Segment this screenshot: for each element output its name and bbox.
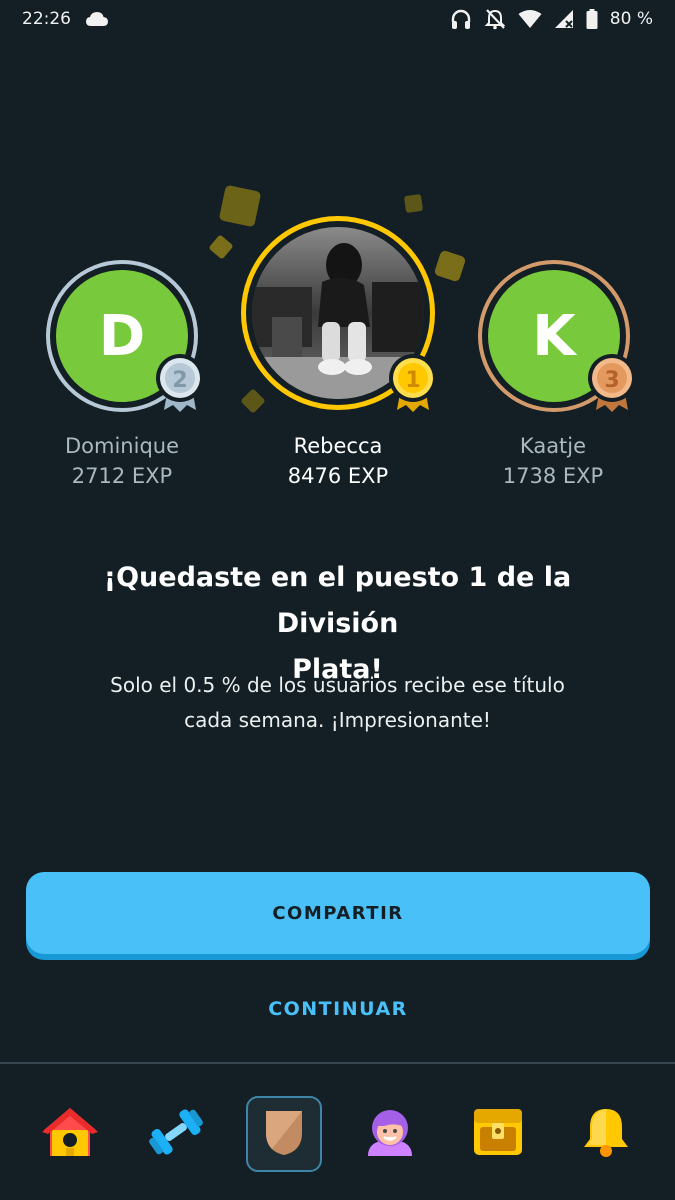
profile-avatar-icon — [360, 1104, 420, 1164]
medal-rank: 2 — [172, 368, 187, 393]
nav-notifications[interactable] — [568, 1096, 644, 1172]
nav-home[interactable] — [32, 1096, 108, 1172]
podium-player-2[interactable]: D 2 — [46, 260, 204, 412]
podium-player-1[interactable]: 1 — [241, 216, 437, 412]
description-line: Solo el 0.5 % de los usuarios recibe ese… — [110, 673, 565, 697]
status-time: 22:26 — [22, 9, 71, 29]
battery-level: 80 % — [609, 9, 653, 29]
nav-practice[interactable] — [138, 1096, 214, 1172]
silver-medal-icon: 2 — [154, 352, 206, 418]
status-bar: 22:26 80 % — [0, 0, 675, 38]
medal-rank: 3 — [604, 368, 619, 393]
result-description: Solo el 0.5 % de los usuarios recibe ese… — [60, 668, 615, 738]
medal-rank: 1 — [405, 368, 420, 393]
status-right: 80 % — [450, 8, 653, 30]
nav-leagues[interactable] — [246, 1096, 322, 1172]
player-name: Rebecca — [293, 434, 383, 458]
bell-icon — [580, 1105, 632, 1163]
continue-button[interactable]: CONTINUAR — [26, 985, 650, 1033]
share-button[interactable]: COMPARTIR — [26, 872, 650, 954]
status-left: 22:26 — [22, 9, 109, 29]
confetti-piece — [433, 249, 467, 283]
battery-icon — [586, 9, 598, 29]
bronze-medal-icon: 3 — [586, 352, 638, 418]
cloud-icon — [85, 11, 109, 27]
headphones-icon — [450, 8, 472, 30]
player-exp: 8476 EXP — [287, 464, 389, 488]
bottom-nav — [0, 1064, 675, 1200]
confetti-piece — [403, 193, 424, 214]
player-exp: 1738 EXP — [502, 464, 604, 488]
home-icon — [40, 1104, 100, 1164]
notifications-off-icon — [484, 8, 506, 30]
description-line: cada semana. ¡Impresionante! — [184, 708, 491, 732]
gold-medal-icon: 1 — [387, 352, 439, 418]
nav-shop[interactable] — [460, 1096, 536, 1172]
league-shield-icon — [262, 1107, 306, 1161]
player-exp: 2712 EXP — [71, 464, 173, 488]
dumbbell-icon — [146, 1104, 206, 1164]
wifi-icon — [518, 9, 542, 29]
signal-icon — [554, 9, 574, 29]
headline-line: ¡Quedaste en el puesto 1 de la División — [103, 562, 572, 639]
player-name: Kaatje — [519, 434, 587, 458]
leaderboard-podium: D 2 Dominique 2712 EXP 1 Rebecca 8476 EX… — [0, 180, 675, 500]
player-name: Dominique — [64, 434, 179, 458]
treasure-chest-icon — [470, 1105, 526, 1163]
confetti-piece — [208, 234, 234, 260]
nav-profile[interactable] — [352, 1096, 428, 1172]
podium-player-3[interactable]: K 3 — [478, 260, 636, 412]
